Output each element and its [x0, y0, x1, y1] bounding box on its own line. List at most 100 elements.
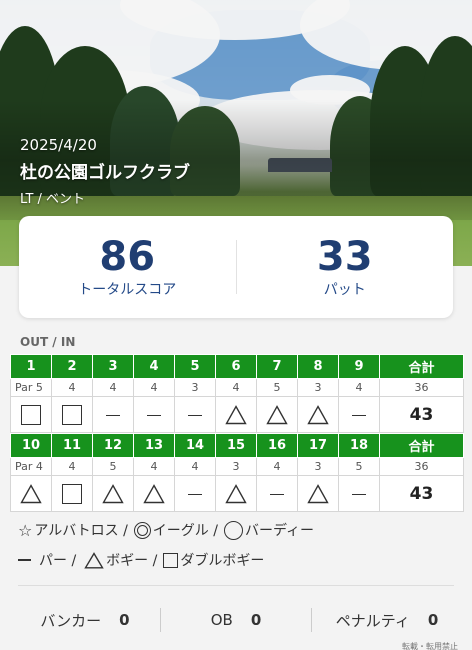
penalty-stat: ペナルティ 0 — [312, 602, 462, 638]
total-score-value: 86 — [99, 234, 156, 280]
legend-row-1: ☆ アルバトロス / イーグル / バーディー — [18, 520, 314, 540]
round-stats: バンカー 0 OB 0 ペナルティ 0 — [10, 602, 462, 638]
triangle-icon — [225, 483, 247, 503]
square-icon — [62, 404, 82, 425]
hole-result — [51, 475, 93, 512]
hole-par: 3 — [297, 457, 339, 476]
total-header: 合計 — [379, 433, 464, 458]
hole-number: 5 — [174, 354, 216, 379]
dash-icon — [106, 414, 120, 417]
triangle-icon — [307, 483, 329, 503]
section-label: OUT / IN — [20, 335, 76, 349]
dash-icon — [188, 493, 202, 496]
hole-result — [10, 396, 52, 433]
putts-label: パット — [323, 282, 366, 298]
hole-par: Par 4 — [10, 457, 52, 476]
score-total: 43 — [379, 475, 464, 512]
legend-row-2: パー / ボギー / ダブルボギー — [18, 550, 264, 570]
dash-icon — [352, 493, 366, 496]
triangle-icon — [102, 483, 124, 503]
legend-birdie-label: バーディー — [244, 523, 314, 539]
hole-result — [256, 396, 298, 433]
bunker-label: バンカー — [40, 611, 102, 630]
hole-number: 15 — [215, 433, 257, 458]
hole-result — [174, 396, 216, 433]
star-icon: ☆ — [18, 520, 33, 540]
copyright-note: 転載・転用禁止 — [402, 642, 458, 650]
par-row: Par 4 4 5 4 4 3 4 3 5 36 — [10, 457, 464, 476]
par-total: 36 — [379, 378, 464, 397]
legend-albatross-label: アルバトロス / — [34, 523, 128, 539]
hole-number-row: 1 2 3 4 5 6 7 8 9 合計 — [10, 354, 464, 379]
score-summary-card: 86 トータルスコア 33 パット — [19, 216, 453, 318]
square-icon — [163, 552, 179, 568]
par-total: 36 — [379, 457, 464, 476]
putts-value: 33 — [316, 234, 373, 280]
penalty-value: 0 — [427, 611, 439, 629]
double-circle-icon — [133, 521, 151, 539]
hole-number: 6 — [215, 354, 257, 379]
hole-number: 9 — [338, 354, 380, 379]
legend-birdie: バーディー — [223, 520, 314, 540]
hole-par: 5 — [338, 457, 380, 476]
ob-value: 0 — [250, 611, 262, 629]
penalty-label: ペナルティ — [335, 611, 410, 630]
hole-par: 3 — [174, 378, 216, 397]
scorecard-out-table: 1 2 3 4 5 6 7 8 9 合計 Par 5 4 4 4 3 4 5 3 4 36 43 — [10, 354, 464, 433]
hole-par: 4 — [133, 457, 175, 476]
hole-result — [174, 475, 216, 512]
square-icon — [21, 404, 41, 425]
hole-number: 11 — [51, 433, 93, 458]
dash-icon — [352, 414, 366, 417]
score-total: 43 — [379, 396, 464, 433]
legend-eagle: イーグル / — [133, 520, 218, 540]
hole-par: 4 — [51, 457, 93, 476]
scorecard-in-table: 10 11 12 13 14 15 16 17 18 合計 Par 4 4 5 4 4 3 4 3 5 36 43 — [10, 433, 464, 512]
hole-number: 1 — [10, 354, 52, 379]
hole-result — [51, 396, 93, 433]
legend-par: パー / — [18, 550, 76, 570]
hole-result — [133, 475, 175, 512]
dash-icon — [188, 414, 202, 417]
triangle-icon — [84, 551, 104, 569]
hole-result — [338, 475, 380, 512]
ob-label: OB — [210, 611, 233, 629]
hole-number: 14 — [174, 433, 216, 458]
legend-double-bogey: ダブルボギー — [163, 550, 264, 570]
hole-number-row: 10 11 12 13 14 15 16 17 18 合計 — [10, 433, 464, 458]
par-row: Par 5 4 4 4 3 4 5 3 4 36 — [10, 378, 464, 397]
hole-number: 17 — [297, 433, 339, 458]
hole-number: 16 — [256, 433, 298, 458]
triangle-icon — [20, 483, 42, 503]
hole-result — [10, 475, 52, 512]
result-row: 43 — [10, 396, 464, 433]
hole-number: 10 — [10, 433, 52, 458]
hole-number: 7 — [256, 354, 298, 379]
legend-par-label: パー / — [39, 553, 77, 569]
hole-result — [297, 475, 339, 512]
hole-par: 4 — [174, 457, 216, 476]
hole-number: 2 — [51, 354, 93, 379]
ob-stat: OB 0 — [161, 602, 311, 638]
round-date: 2025/4/20 — [20, 136, 97, 154]
triangle-icon — [225, 404, 247, 424]
circle-icon — [223, 520, 243, 540]
hole-result — [338, 396, 380, 433]
divider-line — [18, 585, 454, 586]
hole-par: 4 — [215, 378, 257, 397]
hole-result — [92, 475, 134, 512]
hole-par: 4 — [51, 378, 93, 397]
hole-number: 18 — [338, 433, 380, 458]
hole-result — [92, 396, 134, 433]
hole-par: 3 — [297, 378, 339, 397]
dash-icon — [147, 414, 161, 417]
hole-result — [215, 475, 257, 512]
putts-block: 33 パット — [237, 216, 454, 318]
hole-par: 5 — [256, 378, 298, 397]
hole-par: 5 — [92, 457, 134, 476]
legend-bogey-label: ボギー / — [106, 553, 158, 569]
bunker-value: 0 — [119, 611, 130, 629]
hole-par: Par 5 — [10, 378, 52, 397]
triangle-icon — [307, 404, 329, 424]
hole-result — [215, 396, 257, 433]
